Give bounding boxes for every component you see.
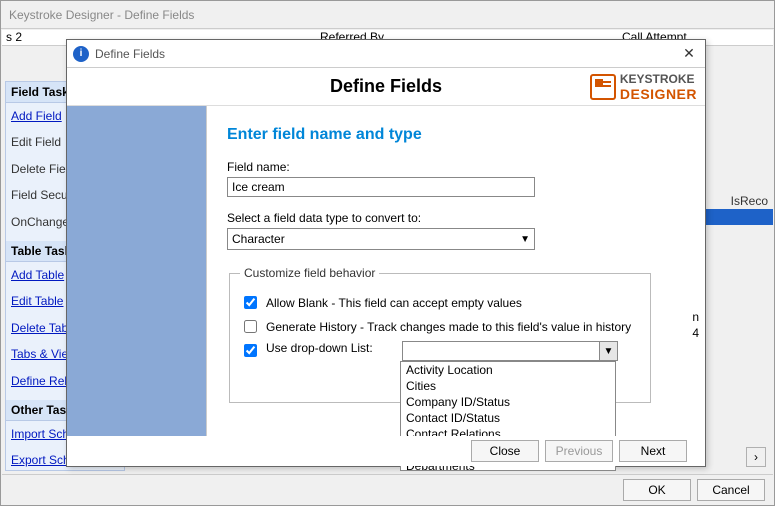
dialog-heading: Define Fields bbox=[330, 76, 442, 97]
dropdown-list-select[interactable]: ▼ bbox=[402, 341, 618, 361]
dialog-left-panel bbox=[67, 106, 207, 436]
scroll-right-button[interactable]: › bbox=[746, 447, 766, 467]
dropdown-option[interactable]: Company ID/Status bbox=[401, 394, 615, 410]
dialog-main-panel: Enter field name and type Field name: Se… bbox=[207, 106, 705, 436]
dialog-footer: Close Previous Next bbox=[67, 436, 687, 466]
parent-window-title: Keystroke Designer - Define Fields bbox=[1, 1, 774, 29]
datatype-value: Character bbox=[232, 232, 285, 246]
datatype-label: Select a field data type to convert to: bbox=[227, 211, 685, 225]
ok-button[interactable]: OK bbox=[623, 479, 691, 501]
define-fields-dialog: i Define Fields ✕ Define Fields KEYSTROK… bbox=[66, 39, 706, 467]
field-name-input[interactable] bbox=[227, 177, 535, 197]
dialog-icon: i bbox=[73, 46, 89, 62]
dialog-titlebar: i Define Fields ✕ bbox=[67, 40, 705, 68]
dropdown-option[interactable]: Cities bbox=[401, 378, 615, 394]
previous-button[interactable]: Previous bbox=[545, 440, 613, 462]
cancel-button[interactable]: Cancel bbox=[697, 479, 765, 501]
allow-blank-checkbox[interactable] bbox=[244, 296, 257, 309]
behavior-fieldset: Customize field behavior Allow Blank - T… bbox=[229, 266, 651, 403]
datatype-select[interactable]: Character ▼ bbox=[227, 228, 535, 250]
column-header-isreco: IsReco bbox=[731, 194, 768, 208]
chevron-down-icon: ▼ bbox=[599, 342, 617, 360]
close-button[interactable]: Close bbox=[471, 440, 539, 462]
brand-big: DESIGNER bbox=[620, 86, 697, 102]
next-button[interactable]: Next bbox=[619, 440, 687, 462]
chevron-down-icon: ▼ bbox=[520, 234, 530, 245]
bg-frag-a: s 2 bbox=[6, 30, 22, 44]
brand-small: KEYSTROKE bbox=[620, 72, 697, 86]
parent-bottom-bar: OK Cancel bbox=[2, 474, 773, 504]
parent-window: Keystroke Designer - Define Fields s 2 R… bbox=[0, 0, 775, 506]
dialog-body: Enter field name and type Field name: Se… bbox=[67, 106, 705, 436]
use-dropdown-checkbox[interactable] bbox=[244, 344, 257, 357]
dialog-header: Define Fields KEYSTROKE DESIGNER bbox=[67, 68, 705, 106]
right-fragment-4: 4 bbox=[692, 326, 699, 340]
brand-icon bbox=[590, 74, 616, 100]
generate-history-checkbox[interactable] bbox=[244, 320, 257, 333]
use-dropdown-label: Use drop-down List: bbox=[266, 341, 396, 355]
brand-logo: KEYSTROKE DESIGNER bbox=[590, 72, 697, 102]
generate-history-label: Generate History - Track changes made to… bbox=[266, 320, 631, 334]
section-heading: Enter field name and type bbox=[227, 126, 685, 144]
dialog-close-x[interactable]: ✕ bbox=[679, 44, 699, 64]
dropdown-option[interactable]: Activity Location bbox=[401, 362, 615, 378]
right-fragment-n: n bbox=[692, 310, 699, 324]
selection-highlight bbox=[703, 209, 773, 225]
allow-blank-label: Allow Blank - This field can accept empt… bbox=[266, 296, 522, 310]
dialog-window-title: Define Fields bbox=[95, 47, 165, 61]
dropdown-option[interactable]: Contact ID/Status bbox=[401, 410, 615, 426]
behavior-legend: Customize field behavior bbox=[240, 266, 379, 280]
field-name-label: Field name: bbox=[227, 160, 685, 174]
